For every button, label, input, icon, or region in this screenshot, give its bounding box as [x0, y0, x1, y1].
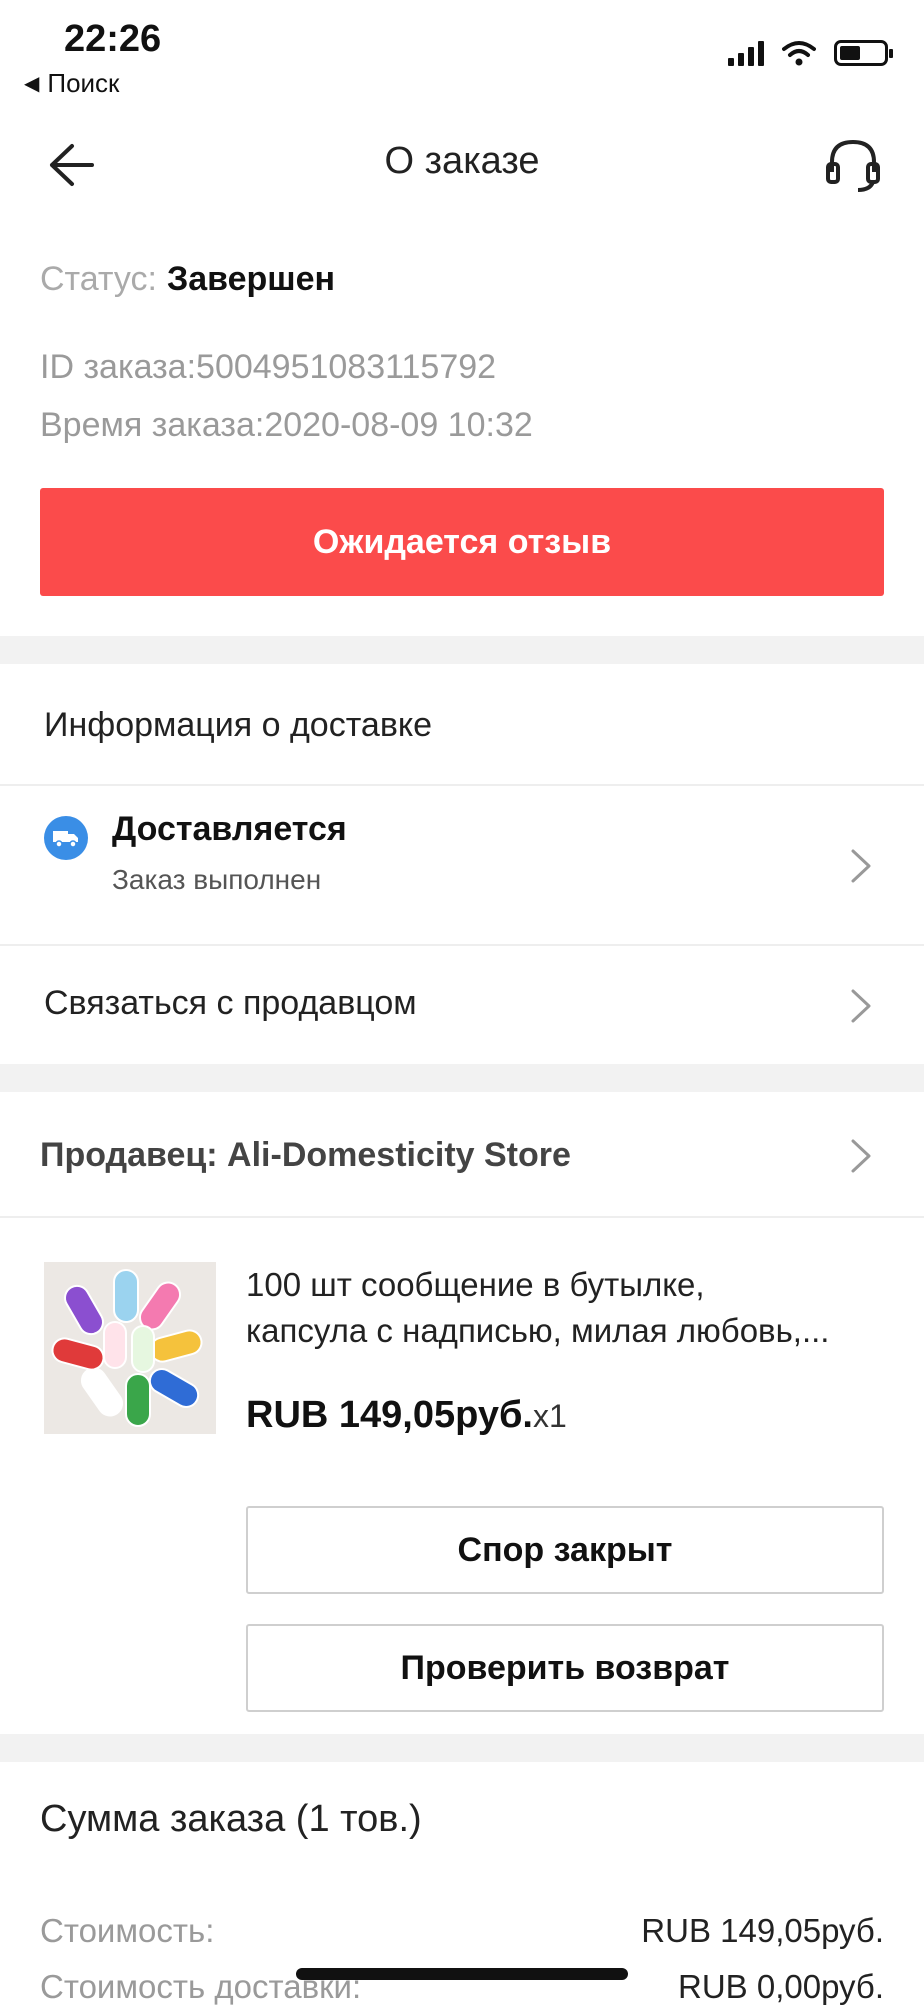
- shipping-value: RUB 0,00руб.: [678, 1968, 884, 2005]
- battery-icon: [834, 40, 893, 66]
- review-button[interactable]: Ожидается отзыв: [40, 488, 884, 596]
- status-label: Статус:: [40, 260, 157, 298]
- cost-value: RUB 149,05руб.: [641, 1912, 884, 1949]
- delivery-status-subtitle: Заказ выполнен: [112, 864, 322, 895]
- product-title-line: 100 шт сообщение в бутылке,: [246, 1266, 705, 1303]
- page-title: О заказе: [384, 140, 540, 182]
- dispute-closed-button[interactable]: Спор закрыт: [246, 1506, 884, 1594]
- status-value: Завершен: [166, 260, 336, 298]
- divider: [0, 1216, 924, 1218]
- order-id: ID заказа:5004951083115792: [40, 348, 497, 386]
- status-icons: [728, 40, 893, 66]
- truck-icon: [44, 816, 88, 860]
- section-gap: [0, 1064, 924, 1092]
- section-gap: [0, 1734, 924, 1762]
- headset-icon[interactable]: [822, 134, 884, 196]
- contact-seller-label: Связаться с продавцом: [44, 984, 417, 1022]
- back-app-label: Поиск: [47, 68, 120, 98]
- product-price-line: RUB 149,05руб.x1: [246, 1394, 567, 1437]
- product-quantity: x1: [533, 1398, 567, 1434]
- status-time: 22:26: [64, 18, 162, 60]
- home-indicator[interactable]: [296, 1968, 628, 1980]
- product-image[interactable]: [44, 1262, 216, 1434]
- order-status: Статус: Завершен: [40, 260, 335, 299]
- order-summary-title: Сумма заказа (1 тов.): [40, 1798, 422, 1840]
- delivery-status-title: Доставляется: [112, 810, 347, 848]
- product-title[interactable]: 100 шт сообщение в бутылке, капсула с на…: [246, 1262, 886, 1354]
- section-gap: [0, 636, 924, 664]
- cost-label: Стоимость:: [40, 1912, 215, 1949]
- chevron-right-icon: [851, 849, 871, 883]
- check-return-button[interactable]: Проверить возврат: [246, 1624, 884, 1712]
- seller-name: Продавец: Ali-Domesticity Store: [40, 1136, 571, 1174]
- wifi-icon: [782, 41, 816, 66]
- product-price: RUB 149,05руб.: [246, 1394, 533, 1436]
- order-time: Время заказа:2020-08-09 10:32: [40, 406, 533, 444]
- chevron-right-icon: [851, 1139, 871, 1173]
- chevron-right-icon: [851, 989, 871, 1023]
- signal-icon: [728, 40, 764, 66]
- back-to-app-link[interactable]: ◀ Поиск: [24, 68, 119, 99]
- triangle-left-icon: ◀: [24, 73, 40, 95]
- delivery-section-title: Информация о доставке: [44, 706, 433, 744]
- product-title-line: капсула с надписью, милая любовь,...: [246, 1312, 830, 1349]
